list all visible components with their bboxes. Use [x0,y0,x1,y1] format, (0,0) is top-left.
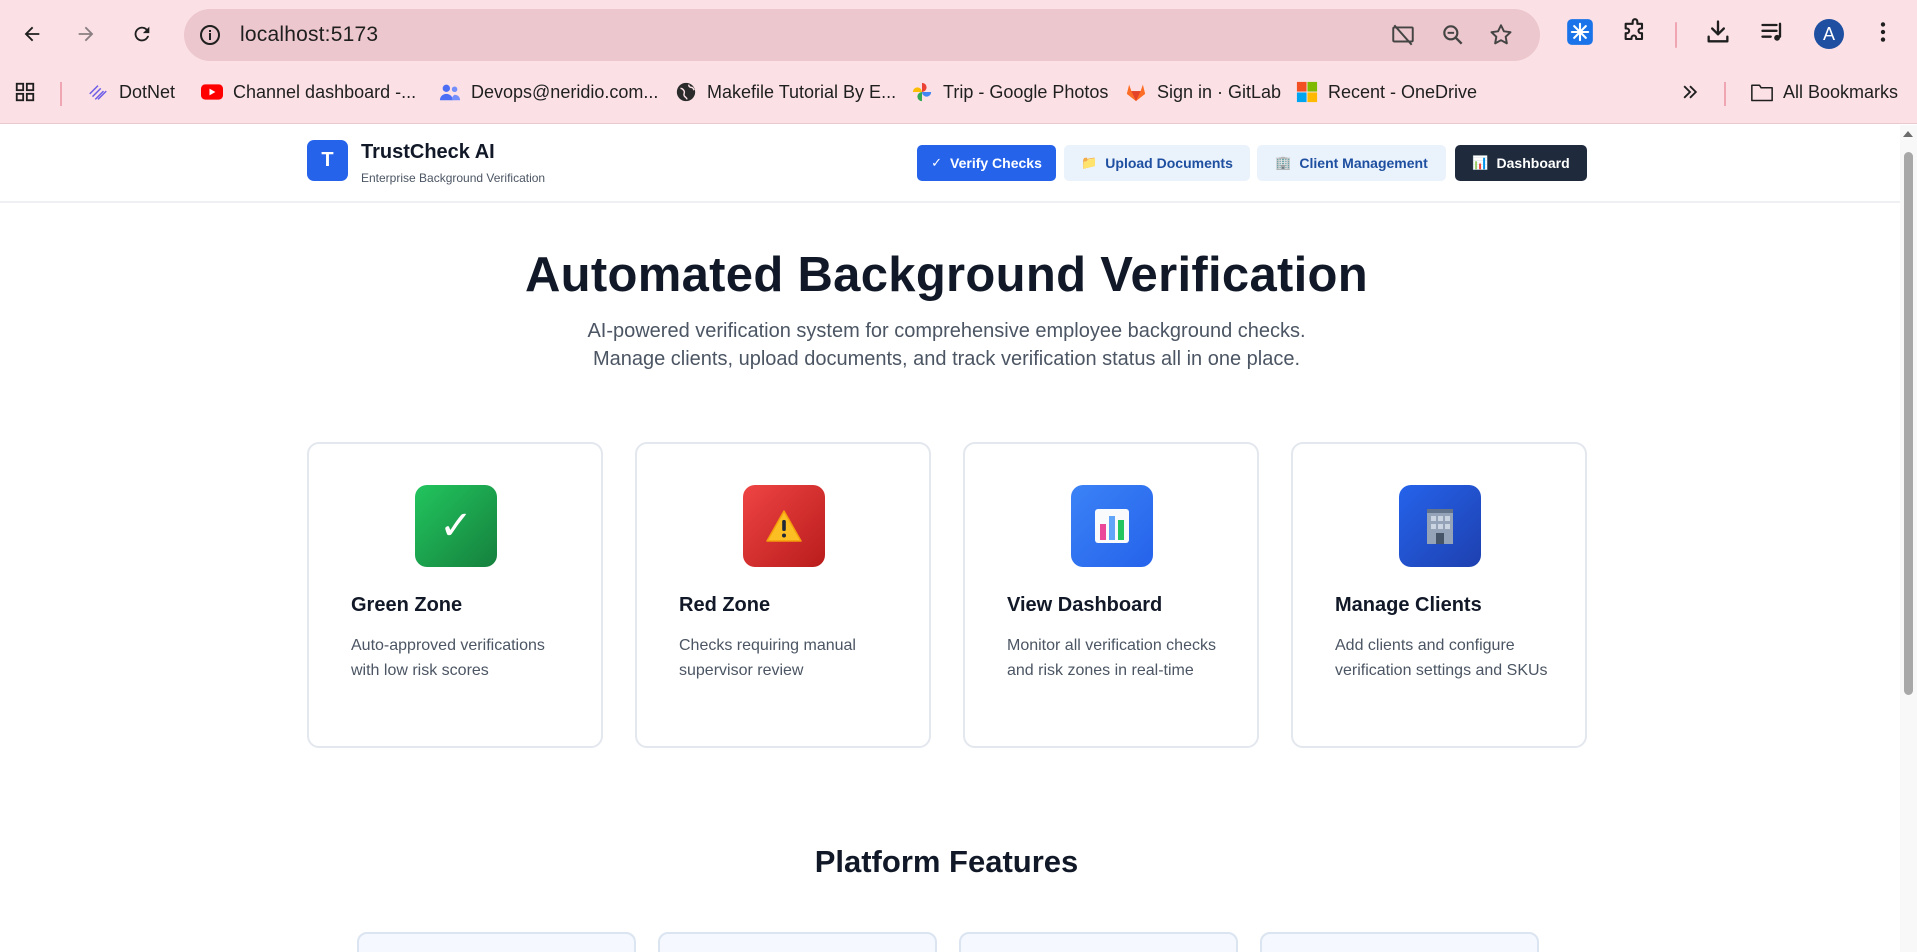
folder-icon [1751,81,1773,103]
forward-button[interactable] [68,16,104,52]
checkmark-icon: ✓ [415,485,497,567]
toolbar-divider [1675,22,1677,48]
feature-card [357,932,636,952]
bookmark-google-photos[interactable]: Trip - Google Photos [911,78,1108,106]
bookmark-label: Trip - Google Photos [943,81,1109,102]
card-view-dashboard[interactable]: View Dashboard Monitor all verification … [963,442,1259,748]
info-icon[interactable] [198,23,222,47]
media-queue-icon[interactable] [1758,17,1788,47]
gitlab-icon [1125,81,1147,103]
extensions-puzzle-icon[interactable] [1620,17,1650,47]
building-icon [1399,485,1481,567]
card-title: Manage Clients [1335,594,1482,616]
double-chevron-right-icon [1679,81,1701,103]
app-header: T TrustCheck AI Enterprise Background Ve… [0,125,1900,203]
card-red-zone[interactable]: Red Zone Checks requiring manual supervi… [635,442,931,748]
people-icon [439,81,461,103]
nav-label: Upload Documents [1105,155,1233,171]
warning-icon [743,485,825,567]
bookmark-label: Makefile Tutorial By E... [707,81,897,102]
building-icon: 🏢 [1275,155,1292,170]
bookmarks-overflow-button[interactable] [1679,78,1701,106]
hero-title: Automated Background Verification [524,248,1369,302]
nav-dashboard-button[interactable]: 📊 Dashboard [1455,145,1587,181]
bar-chart-icon: 📊 [1472,155,1489,170]
hero-subtitle-line2: Manage clients, upload documents, and tr… [592,348,1301,370]
apps-grid-icon [14,81,36,103]
reload-button[interactable] [124,16,160,52]
bookmark-makefile[interactable]: Makefile Tutorial By E... [675,78,896,106]
arrow-right-icon [78,26,94,42]
card-description: Checks requiring manual supervisor revie… [679,637,856,679]
card-description: Monitor all verification checks and risk… [1007,637,1216,679]
microsoft-icon [1296,81,1318,103]
bookmark-devops[interactable]: Devops@neridio.com... [439,78,658,106]
nav-label: Verify Checks [950,155,1042,171]
nav-label: Client Management [1299,155,1428,171]
profile-avatar[interactable]: A [1814,19,1844,49]
bookmark-label: Devops@neridio.com... [471,81,659,102]
apps-grid-button[interactable] [14,78,36,106]
card-title: View Dashboard [1007,594,1163,616]
bookmark-label: Sign in · GitLab [1157,81,1282,102]
dotnet-icon [87,81,109,103]
star-icon[interactable] [1488,22,1514,48]
nav-client-management-button[interactable]: 🏢 Client Management [1257,145,1446,181]
app-logo[interactable]: T [307,140,348,181]
url-text[interactable]: localhost:5173 [240,23,378,47]
browser-chrome: localhost:5173 A DotNet Channel dashboar… [0,0,1917,124]
more-vertical-icon[interactable] [1868,17,1898,47]
feature-card [1260,932,1539,952]
feature-card [959,932,1238,952]
card-description: Add clients and configure verification s… [1335,637,1548,679]
app-tagline: Enterprise Background Verification [361,171,546,185]
check-icon: ✓ [931,155,943,170]
bookmark-label: Recent - OneDrive [1328,81,1478,102]
page-scrollbar[interactable] [1900,125,1917,952]
nav-verify-checks-button[interactable]: ✓ Verify Checks [917,145,1056,181]
folder-icon: 📁 [1081,155,1098,170]
arrow-left-icon [24,26,40,42]
hero-subtitle-line1: AI-powered verification system for compr… [587,320,1306,342]
scroll-up-arrow-icon[interactable] [1903,131,1913,137]
bookmark-gitlab[interactable]: Sign in · GitLab [1125,78,1281,106]
cast-off-icon[interactable] [1390,22,1416,48]
youtube-icon [201,81,223,103]
bookmark-dotnet[interactable]: DotNet [87,78,175,106]
scrollbar-thumb[interactable] [1904,152,1913,695]
bookmark-label: DotNet [119,81,176,102]
feature-card [658,932,937,952]
card-manage-clients[interactable]: Manage Clients Add clients and configure… [1291,442,1587,748]
nav-upload-documents-button[interactable]: 📁 Upload Documents [1064,145,1250,181]
card-green-zone[interactable]: ✓ Green Zone Auto-approved verifications… [307,442,603,748]
extension-snowflake-icon[interactable] [1565,17,1595,47]
nav-label: Dashboard [1496,155,1570,171]
features-section-title: Platform Features [814,844,1079,879]
card-title: Green Zone [351,594,463,616]
bookmark-onedrive[interactable]: Recent - OneDrive [1296,78,1477,106]
card-title: Red Zone [679,594,771,616]
bookmarks-divider [60,82,62,106]
app-name: TrustCheck AI [361,141,495,163]
bookmarks-divider [1724,82,1726,106]
card-description: Auto-approved verifications with low ris… [351,637,545,679]
bookmark-label: Channel dashboard -... [233,81,417,102]
download-icon[interactable] [1703,17,1733,47]
globe-icon [675,81,697,103]
google-photos-icon [911,81,933,103]
bookmark-channel-dashboard[interactable]: Channel dashboard -... [201,78,416,106]
all-bookmarks-button[interactable]: All Bookmarks [1751,78,1898,106]
address-bar[interactable]: localhost:5173 [184,9,1540,61]
back-button[interactable] [14,16,50,52]
page-viewport: T TrustCheck AI Enterprise Background Ve… [0,125,1917,952]
zoom-icon[interactable] [1440,22,1466,48]
browser-toolbar: localhost:5173 A [0,0,1917,70]
reload-icon [134,26,150,42]
bar-chart-icon [1071,485,1153,567]
all-bookmarks-label: All Bookmarks [1783,81,1899,102]
